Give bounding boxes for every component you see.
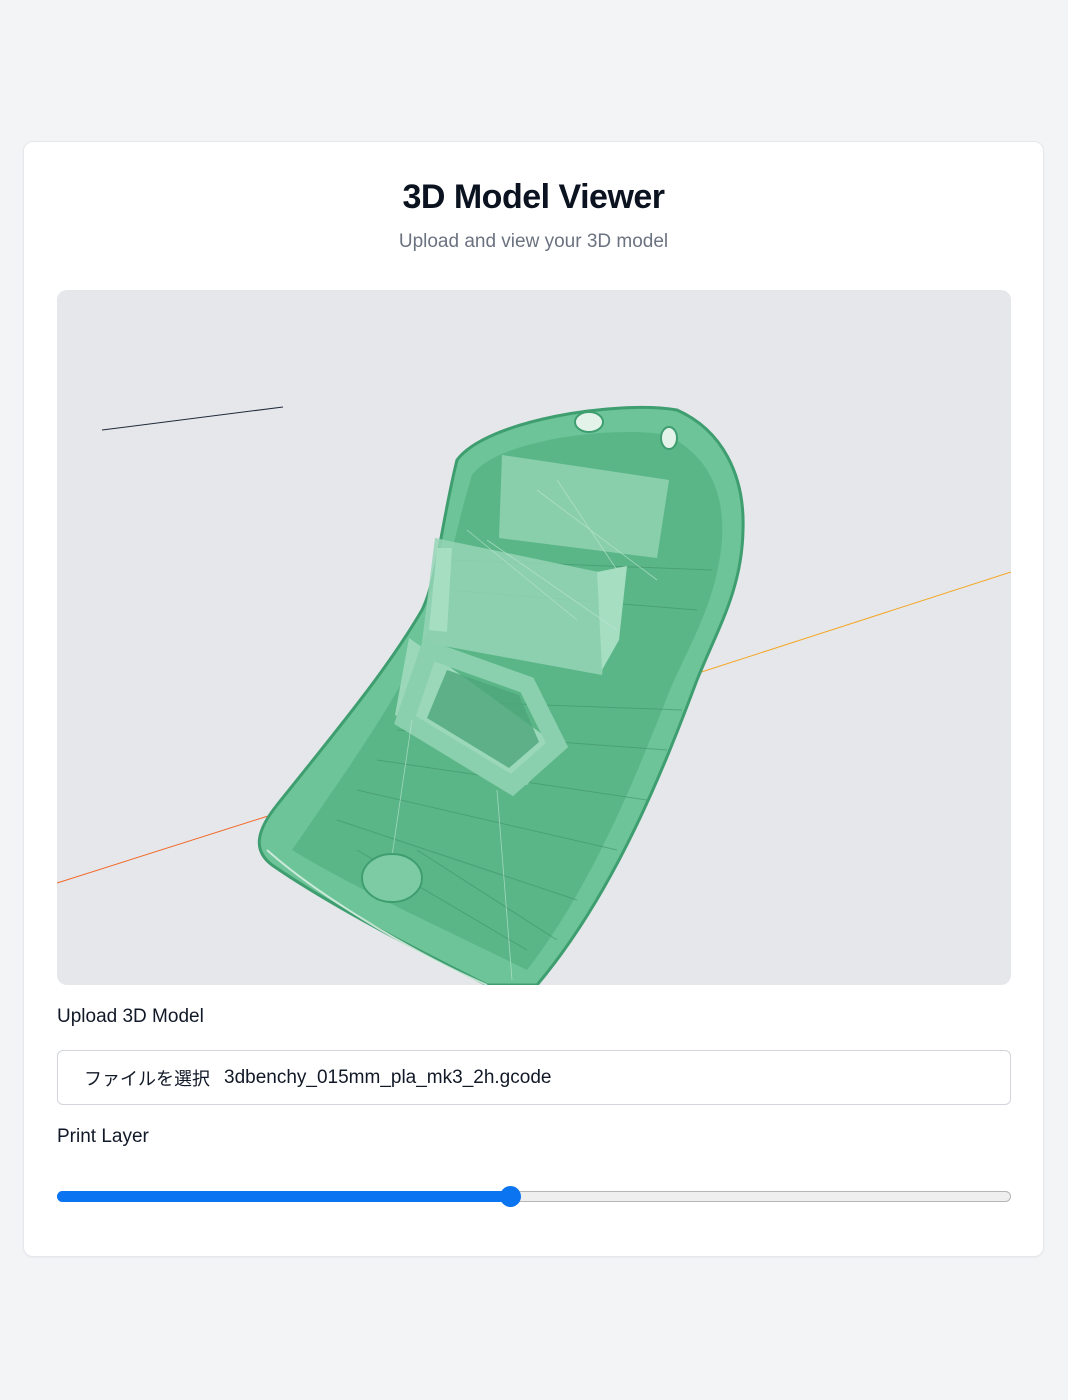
axis-z-line: [101, 406, 284, 431]
slider-thumb[interactable]: [500, 1186, 521, 1207]
chimney: [361, 853, 423, 903]
upload-label: Upload 3D Model: [57, 1006, 204, 1027]
bow-hole-left: [574, 411, 604, 433]
file-upload-input[interactable]: ファイルを選択 3dbenchy_015mm_pla_mk3_2h.gcode: [57, 1050, 1011, 1105]
viewer-card: 3D Model Viewer Upload and view your 3D …: [23, 141, 1044, 1257]
choose-file-button[interactable]: ファイルを選択: [84, 1065, 210, 1091]
benchy-model: [257, 405, 745, 985]
print-layer-slider[interactable]: [57, 1182, 1011, 1212]
page-subtitle: Upload and view your 3D model: [398, 231, 669, 252]
print-layer-label: Print Layer: [57, 1126, 149, 1147]
model-canvas[interactable]: [57, 290, 1011, 985]
bow-hole-right: [660, 426, 678, 450]
axis-x-line: [57, 809, 288, 884]
axis-y-line: [688, 571, 1011, 677]
selected-file-name: 3dbenchy_015mm_pla_mk3_2h.gcode: [224, 1066, 552, 1088]
page-title: 3D Model Viewer: [402, 178, 665, 216]
model-viewport[interactable]: [57, 290, 1011, 985]
slider-fill: [57, 1191, 510, 1202]
